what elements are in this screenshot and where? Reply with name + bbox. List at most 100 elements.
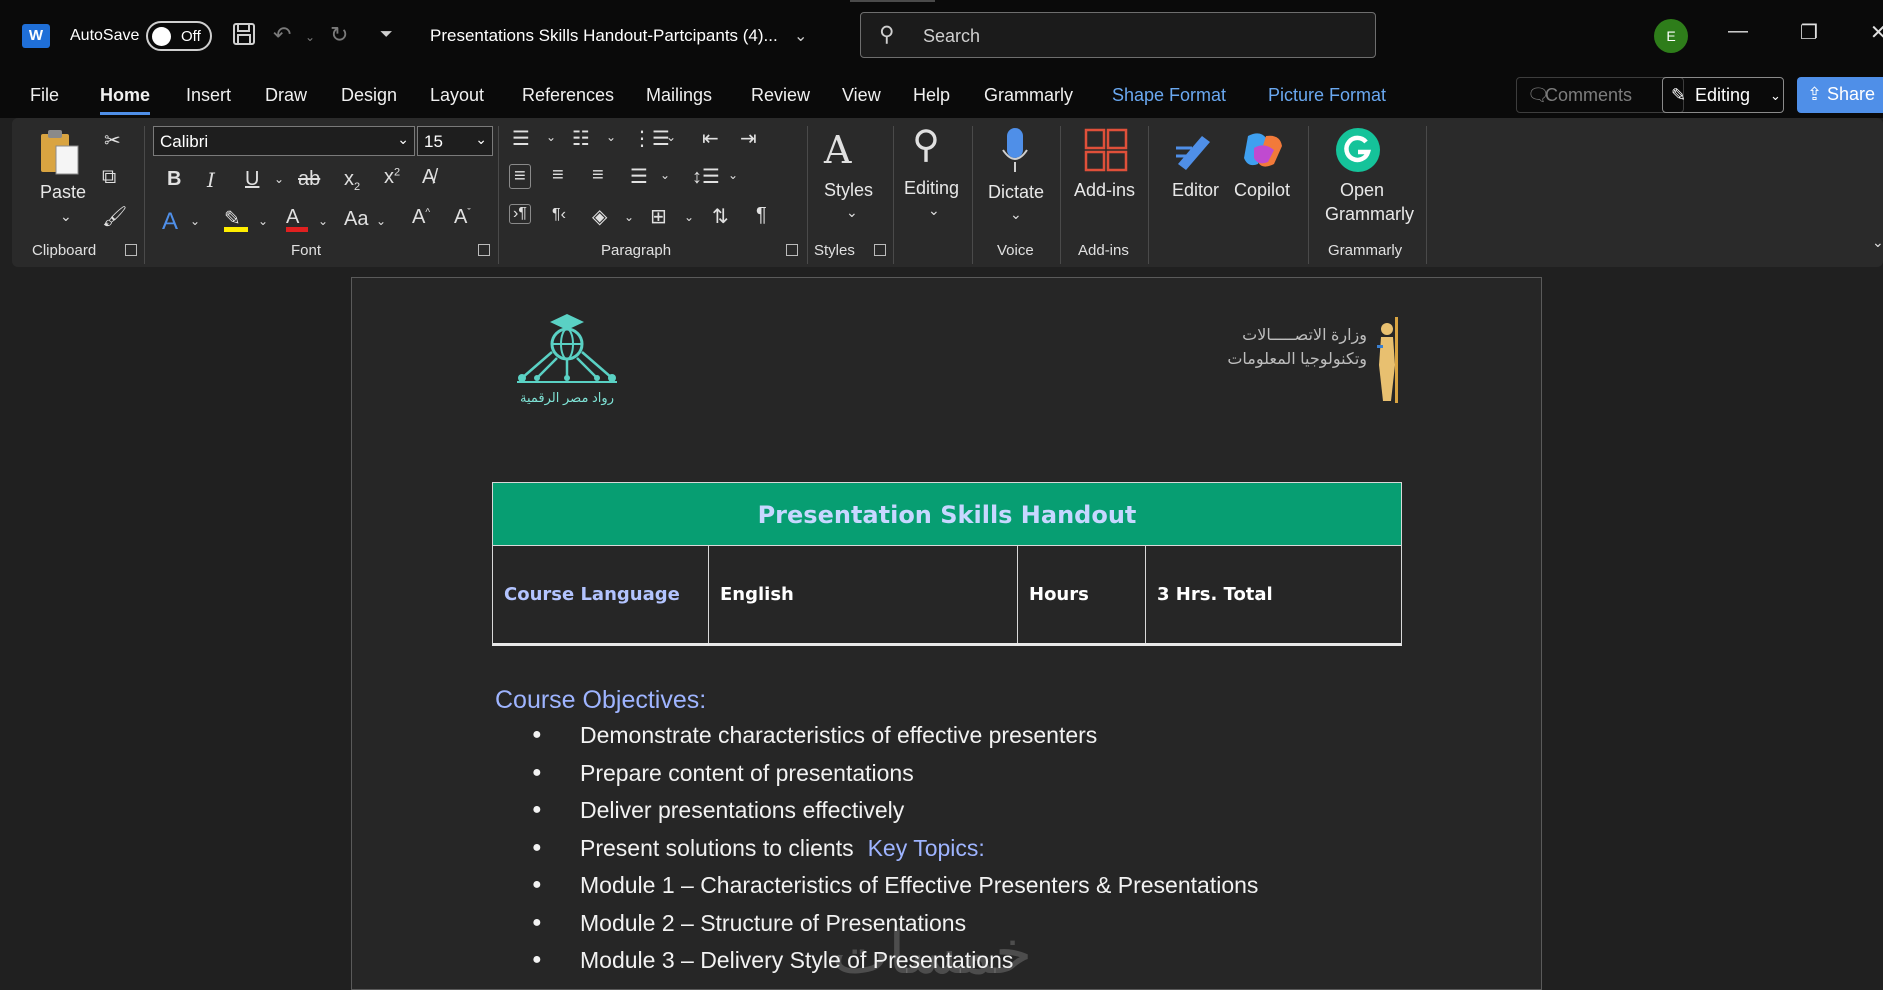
ltr-direction-icon[interactable]: ›¶ — [509, 204, 531, 224]
editing-chevron-icon[interactable]: ⌄ — [928, 202, 940, 219]
line-spacing-icon[interactable]: ↕☰ — [692, 164, 720, 189]
tab-review[interactable]: Review — [751, 85, 810, 106]
copilot-icon[interactable] — [1240, 128, 1286, 172]
paragraph-launcher-icon[interactable] — [786, 244, 798, 256]
customize-qat-icon[interactable]: ⏷ — [380, 26, 393, 44]
undo-dropdown-icon[interactable]: ⌄ — [305, 30, 315, 44]
tab-picture-format[interactable]: Picture Format — [1268, 85, 1386, 106]
table-cell-course-language-label[interactable]: Course Language — [493, 546, 709, 643]
close-icon[interactable]: ✕ — [1870, 20, 1883, 45]
styles-chevron-icon[interactable]: ⌄ — [846, 204, 858, 221]
autosave-toggle[interactable]: Off — [146, 21, 212, 51]
course-objectives-heading[interactable]: Course Objectives: — [495, 686, 706, 715]
justify-chevron-icon[interactable]: ⌄ — [660, 168, 670, 182]
underline-chevron-icon[interactable]: ⌄ — [274, 172, 284, 186]
table-cell-course-language-value[interactable]: English — [709, 546, 1018, 643]
text-effects-icon[interactable]: A — [162, 208, 178, 236]
open-grammarly-label-line2[interactable]: Grammarly — [1325, 204, 1414, 225]
line-spacing-chevron-icon[interactable]: ⌄ — [728, 168, 738, 182]
find-icon[interactable]: ⚲ — [912, 122, 940, 167]
decrease-indent-icon[interactable]: ⇤ — [702, 126, 719, 151]
tab-view[interactable]: View — [842, 85, 881, 106]
font-size-select[interactable]: 15 ⌄ — [417, 126, 493, 156]
document-title[interactable]: Presentations Skills Handout-Partcipants… — [430, 26, 778, 46]
format-painter-icon[interactable]: 🖌 — [102, 204, 127, 229]
grow-font-icon[interactable]: A^ — [412, 206, 430, 229]
copy-icon[interactable]: ⧉ — [102, 166, 116, 189]
save-icon[interactable] — [232, 22, 256, 52]
justify-icon[interactable]: ☰ — [630, 164, 648, 189]
multilevel-chevron-icon[interactable]: ⌄ — [666, 130, 676, 144]
font-color-icon[interactable]: A — [286, 206, 308, 232]
superscript-icon[interactable]: x2 — [384, 166, 400, 189]
font-color-chevron-icon[interactable]: ⌄ — [318, 214, 328, 228]
rtl-direction-icon[interactable]: ¶‹ — [552, 206, 566, 224]
numbering-chevron-icon[interactable]: ⌄ — [606, 130, 616, 144]
bold-icon[interactable]: B — [167, 168, 181, 191]
tab-mailings[interactable]: Mailings — [646, 85, 712, 106]
text-effects-chevron-icon[interactable]: ⌄ — [190, 214, 200, 228]
paste-button[interactable] — [38, 128, 82, 183]
tab-file[interactable]: File — [30, 85, 59, 106]
strikethrough-icon[interactable]: ab — [298, 168, 320, 191]
multilevel-list-icon[interactable]: ⋮☰ — [632, 126, 670, 151]
table-title[interactable]: Presentation Skills Handout — [492, 482, 1402, 546]
shading-chevron-icon[interactable]: ⌄ — [624, 210, 634, 224]
ribbon-collapse-chevron-icon[interactable]: ⌄ — [1872, 234, 1883, 251]
clipboard-launcher-icon[interactable] — [125, 244, 137, 256]
tab-home[interactable]: Home — [100, 85, 151, 115]
change-case-chevron-icon[interactable]: ⌄ — [376, 214, 386, 228]
highlight-chevron-icon[interactable]: ⌄ — [258, 214, 268, 228]
title-chevron-down-icon[interactable]: ⌄ — [794, 26, 807, 46]
grammarly-icon[interactable] — [1334, 126, 1382, 174]
tab-layout[interactable]: Layout — [430, 85, 484, 106]
italic-icon[interactable]: I — [207, 168, 215, 192]
avatar[interactable]: E — [1654, 19, 1688, 53]
table-cell-hours-value[interactable]: 3 Hrs. Total — [1146, 546, 1401, 643]
change-case-icon[interactable]: Aa — [344, 208, 368, 231]
bullets-icon[interactable]: ☰ — [512, 126, 530, 151]
restore-icon[interactable]: ❐ — [1800, 20, 1818, 45]
document-page[interactable]: رواد مصر الرقمية وزارة الاتصـــــالات وت… — [351, 277, 1542, 990]
shrink-font-icon[interactable]: Aˇ — [454, 206, 471, 229]
add-ins-icon[interactable] — [1084, 128, 1128, 172]
cut-icon[interactable]: ✂ — [104, 128, 121, 153]
subscript-icon[interactable]: x2 — [344, 168, 360, 193]
editing-label[interactable]: Editing — [904, 178, 959, 199]
tab-grammarly[interactable]: Grammarly — [984, 85, 1073, 106]
tab-design[interactable]: Design — [341, 85, 397, 106]
tab-draw[interactable]: Draw — [265, 85, 307, 106]
open-grammarly-label[interactable]: Open — [1340, 180, 1384, 201]
dictate-label[interactable]: Dictate — [988, 182, 1044, 203]
align-left-icon[interactable]: ≡ — [509, 164, 531, 189]
editor-icon[interactable] — [1172, 128, 1218, 172]
tab-shape-format[interactable]: Shape Format — [1112, 85, 1226, 106]
copilot-label[interactable]: Copilot — [1234, 180, 1290, 201]
underline-icon[interactable]: U — [245, 168, 259, 191]
align-center-icon[interactable]: ≡ — [552, 164, 564, 187]
styles-label[interactable]: Styles — [824, 180, 873, 201]
increase-indent-icon[interactable]: ⇥ — [740, 126, 757, 151]
table-cell-hours-label[interactable]: Hours — [1018, 546, 1146, 643]
font-name-select[interactable]: Calibri ⌄ — [153, 126, 415, 156]
show-formatting-icon[interactable]: ¶ — [756, 204, 767, 227]
font-launcher-icon[interactable] — [478, 244, 490, 256]
tab-help[interactable]: Help — [913, 85, 950, 106]
borders-chevron-icon[interactable]: ⌄ — [684, 210, 694, 224]
editing-mode-button[interactable]: ✎ Editing ⌄ — [1662, 77, 1784, 113]
styles-icon[interactable]: A — [824, 128, 851, 172]
share-button[interactable]: ⇪ Share — [1797, 77, 1883, 113]
clear-formatting-icon[interactable]: A̸ — [422, 166, 435, 189]
borders-icon[interactable]: ⊞ — [650, 204, 667, 229]
dictate-chevron-icon[interactable]: ⌄ — [1010, 206, 1022, 223]
microphone-icon[interactable] — [1000, 126, 1030, 174]
tab-insert[interactable]: Insert — [186, 85, 231, 106]
align-right-icon[interactable]: ≡ — [592, 164, 604, 187]
sort-icon[interactable]: ⇅ — [712, 204, 729, 229]
highlight-icon[interactable]: ✎ — [224, 206, 248, 232]
editor-label[interactable]: Editor — [1172, 180, 1219, 201]
tab-references[interactable]: References — [522, 85, 614, 106]
paste-chevron-icon[interactable]: ⌄ — [60, 208, 72, 225]
minimize-icon[interactable]: — — [1728, 20, 1748, 43]
styles-launcher-icon[interactable] — [874, 244, 886, 256]
